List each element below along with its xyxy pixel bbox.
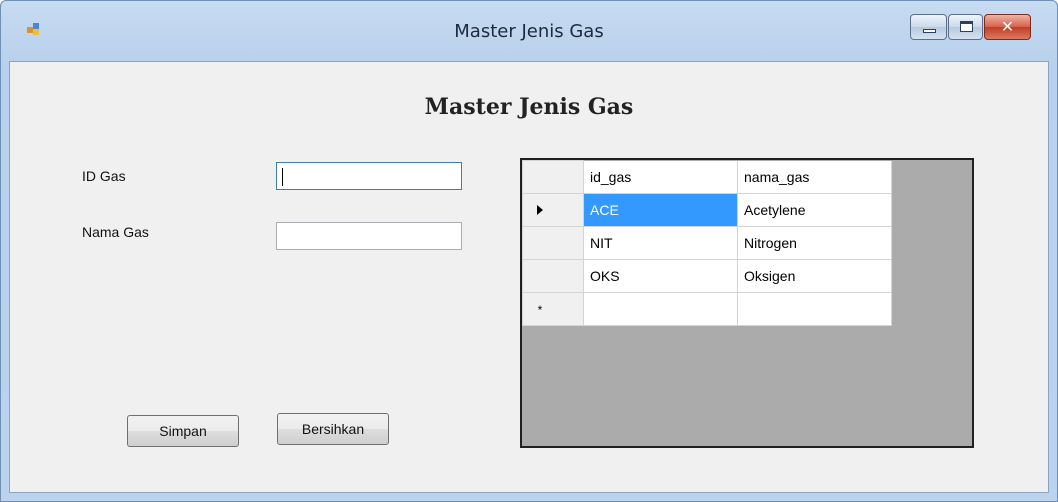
grid-cell[interactable]: ACE xyxy=(583,193,738,227)
grid-table: id_gas nama_gas ACE Acetylene NIT Nitrog… xyxy=(522,160,892,326)
maximize-icon xyxy=(960,21,973,32)
table-row[interactable]: ACE Acetylene xyxy=(522,193,892,227)
maximize-button[interactable] xyxy=(948,14,983,40)
column-header-nama-gas[interactable]: nama_gas xyxy=(737,160,892,194)
form-client-area: Master Jenis Gas ID Gas Nama Gas Simpan … xyxy=(9,61,1049,493)
grid-cell[interactable]: OKS xyxy=(583,259,738,293)
minimize-button[interactable] xyxy=(910,14,947,40)
grid-cell[interactable] xyxy=(583,292,738,326)
nama-gas-label: Nama Gas xyxy=(82,224,149,240)
grid-cell[interactable]: Nitrogen xyxy=(737,226,892,260)
title-bar[interactable]: Master Jenis Gas ✕ xyxy=(1,1,1057,61)
nama-gas-input[interactable] xyxy=(276,222,462,250)
column-header-id-gas[interactable]: id_gas xyxy=(583,160,738,194)
grid-cell[interactable]: Oksigen xyxy=(737,259,892,293)
id-gas-input[interactable] xyxy=(276,162,462,190)
text-caret xyxy=(282,168,283,186)
row-header[interactable]: * xyxy=(522,292,584,326)
row-header[interactable] xyxy=(522,259,584,293)
row-header-corner[interactable] xyxy=(522,160,584,194)
bersihkan-button[interactable]: Bersihkan xyxy=(277,413,389,445)
close-icon: ✕ xyxy=(1000,17,1015,36)
minimize-icon xyxy=(923,29,936,33)
new-row-marker: * xyxy=(537,303,543,317)
row-pointer-icon xyxy=(537,205,543,215)
table-row[interactable]: NIT Nitrogen xyxy=(522,226,892,260)
grid-cell[interactable]: Acetylene xyxy=(737,193,892,227)
close-button[interactable]: ✕ xyxy=(984,14,1031,40)
grid-header-row: id_gas nama_gas xyxy=(522,160,892,194)
page-title: Master Jenis Gas xyxy=(424,94,634,120)
gas-data-grid[interactable]: id_gas nama_gas ACE Acetylene NIT Nitrog… xyxy=(520,158,974,448)
row-header[interactable] xyxy=(522,226,584,260)
window-title: Master Jenis Gas xyxy=(454,21,604,42)
grid-cell[interactable] xyxy=(737,292,892,326)
window: Master Jenis Gas ✕ Master Jenis Gas ID G… xyxy=(0,0,1058,502)
table-row[interactable]: OKS Oksigen xyxy=(522,259,892,293)
new-row[interactable]: * xyxy=(522,292,892,326)
grid-cell[interactable]: NIT xyxy=(583,226,738,260)
row-header[interactable] xyxy=(522,193,584,227)
id-gas-label: ID Gas xyxy=(82,168,126,184)
simpan-button[interactable]: Simpan xyxy=(127,415,239,447)
